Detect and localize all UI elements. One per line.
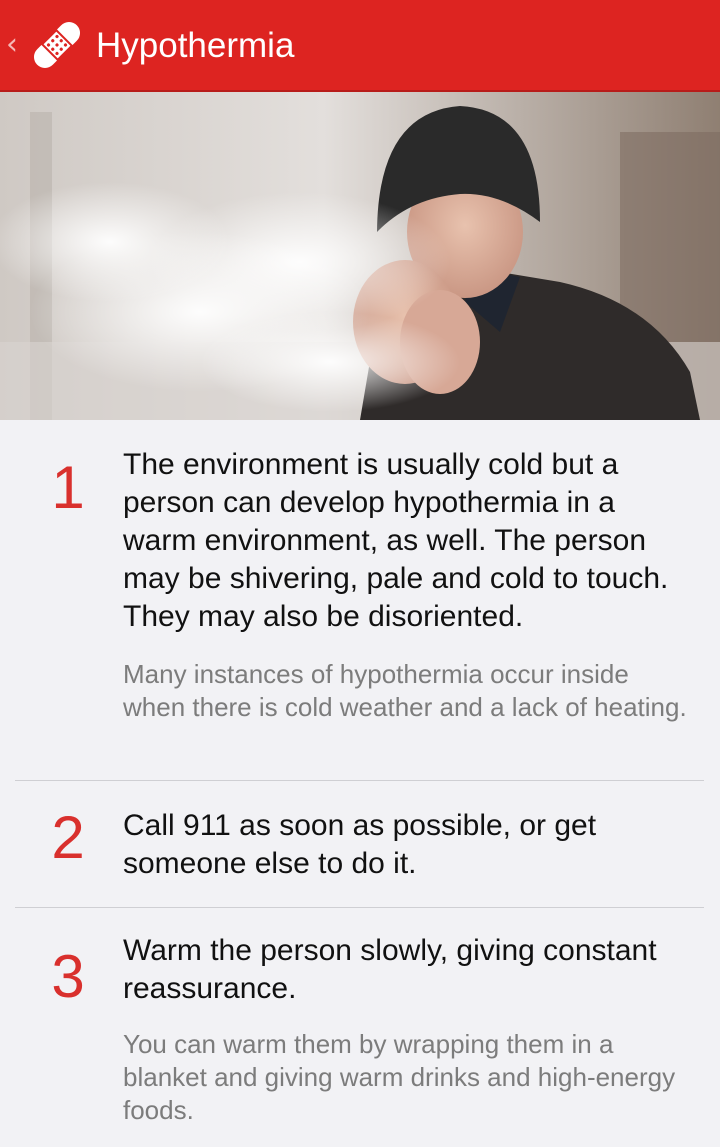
app-bar: ‹ Hypothermia	[0, 0, 720, 92]
step-number: 2	[51, 804, 85, 871]
step-item: 1 The environment is usually cold but a …	[0, 420, 720, 781]
hypothermia-photo	[0, 92, 720, 420]
step-text: Warm the person slowly, giving constant …	[123, 934, 657, 1005]
steps-list: 1 The environment is usually cold but a …	[0, 420, 720, 1147]
step-text: Call 911 as soon as possible, or get som…	[123, 809, 597, 880]
back-chevron-icon[interactable]: ‹	[6, 30, 18, 60]
step-item: 2 Call 911 as soon as possible, or get s…	[0, 780, 720, 908]
hero-image	[0, 92, 720, 420]
step-item: 3 Warm the person slowly, giving constan…	[0, 907, 720, 1147]
page-title: Hypothermia	[96, 26, 295, 65]
step-number: 3	[51, 943, 85, 1010]
bandage-icon[interactable]	[26, 14, 88, 76]
step-text: The environment is usually cold but a pe…	[123, 448, 669, 633]
step-number: 1	[51, 454, 85, 521]
step-note: You can warm them by wrapping them in a …	[123, 1029, 676, 1125]
step-note: Many instances of hypothermia occur insi…	[123, 659, 687, 722]
